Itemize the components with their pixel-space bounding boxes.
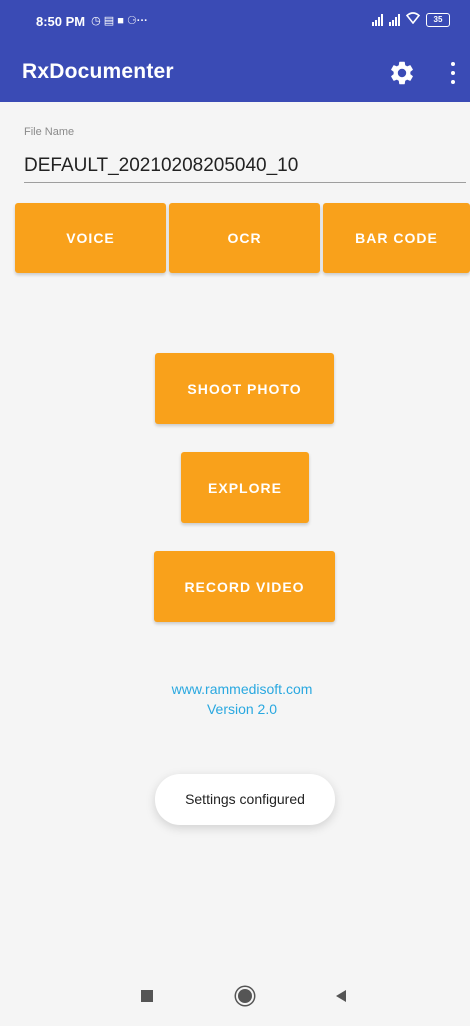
- voice-button[interactable]: VOICE: [15, 203, 166, 273]
- app-toolbar: RxDocumenter: [0, 44, 470, 102]
- recents-square-icon[interactable]: [132, 981, 162, 1011]
- file-name-field[interactable]: [24, 150, 466, 183]
- toast-message: Settings configured: [155, 774, 335, 825]
- status-right: 35: [372, 12, 450, 27]
- ocr-button[interactable]: OCR: [169, 203, 320, 273]
- status-time: 8:50 PM: [36, 13, 86, 29]
- signal-icon: [372, 13, 383, 26]
- notification-icons: ◷ ▤ ■ ⚆···: [91, 15, 148, 27]
- screen: 8:50 PM ◷ ▤ ■ ⚆··· 35 RxDocumenter File …: [0, 0, 470, 1026]
- website-link[interactable]: www.rammedisoft.com: [0, 681, 470, 697]
- bar-code-button[interactable]: BAR CODE: [323, 203, 470, 273]
- record-video-button[interactable]: RECORD VIDEO: [154, 551, 335, 622]
- version-text: Version 2.0: [206, 701, 278, 717]
- wifi-icon: [405, 12, 421, 27]
- status-bar: 8:50 PM ◷ ▤ ■ ⚆··· 35: [0, 0, 470, 44]
- file-name-label: File Name: [24, 126, 75, 138]
- status-left: 8:50 PM ◷ ▤ ■ ⚆···: [36, 13, 148, 29]
- app-title: RxDocumenter: [22, 60, 174, 83]
- system-nav-bar: [0, 967, 470, 1026]
- explore-button[interactable]: EXPLORE: [181, 452, 309, 523]
- back-triangle-icon[interactable]: [326, 981, 356, 1011]
- shoot-photo-button[interactable]: SHOOT PHOTO: [155, 353, 334, 424]
- home-circle-icon[interactable]: [230, 981, 260, 1011]
- battery-icon: 35: [426, 12, 450, 27]
- signal-icon-2: [389, 13, 400, 26]
- more-vert-icon[interactable]: [446, 60, 460, 86]
- gear-icon[interactable]: [388, 59, 416, 87]
